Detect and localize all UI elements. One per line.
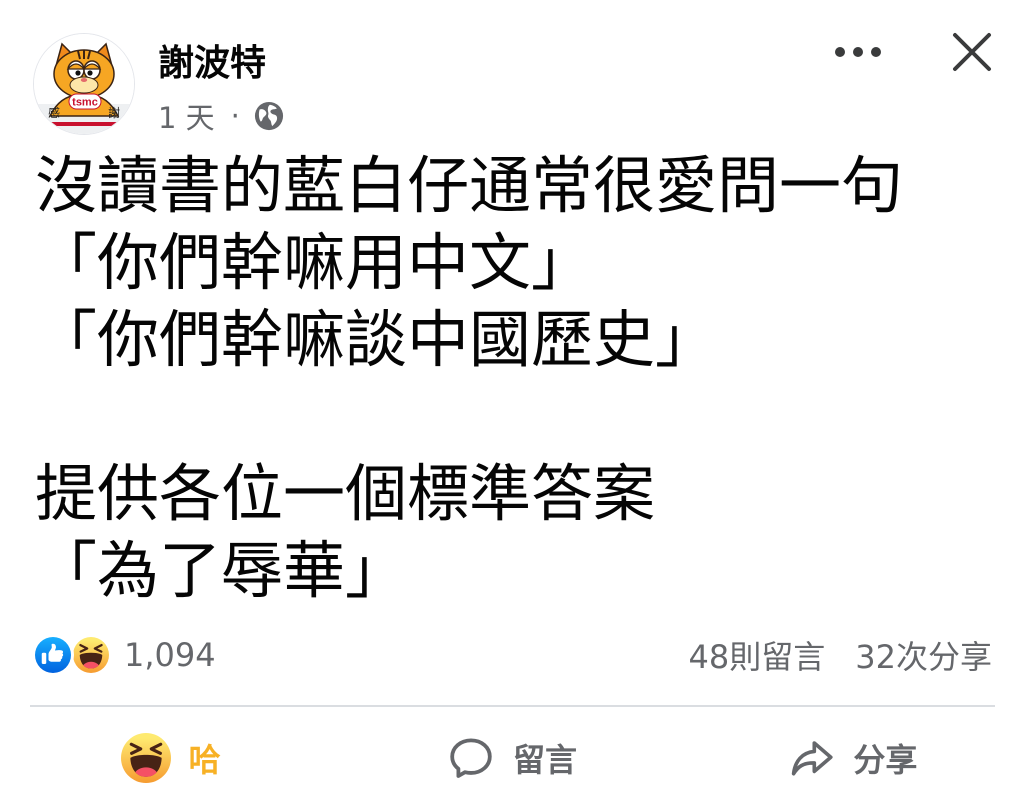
more-horizontal-icon <box>835 47 881 57</box>
avatar-right-char: 謝 <box>108 105 120 120</box>
avatar-logo-text: tsmc <box>72 97 98 109</box>
post-stats: 1,094 48則留言 32次分享 <box>32 632 992 678</box>
comment-button[interactable]: 留言 <box>341 728 682 788</box>
shares-count[interactable]: 32次分享 <box>855 632 992 678</box>
engagement-counts: 48則留言 32次分享 <box>689 632 992 678</box>
close-button[interactable] <box>948 28 996 76</box>
post-paragraph: 提供各位一個標準答案 「為了辱華」 <box>35 455 995 609</box>
avatar-image: tsmc 感 謝 <box>34 34 134 134</box>
divider <box>30 705 995 707</box>
haha-icon <box>120 733 171 783</box>
comment-icon <box>447 734 495 782</box>
reaction-count: 1,094 <box>124 636 216 674</box>
share-button[interactable]: 分享 <box>683 728 1024 788</box>
comment-label: 留言 <box>512 741 577 779</box>
post-paragraph: 沒讀書的藍白仔通常很愛問一句 「你們幹嘛用中文」 「你們幹嘛談中國歷史」 <box>35 147 995 378</box>
like-icon-graphic <box>35 637 71 673</box>
haha-icon-graphic <box>120 733 171 783</box>
close-icon <box>953 33 991 71</box>
share-icon <box>789 735 835 781</box>
post-text-line: 沒讀書的藍白仔通常很愛問一句 <box>35 149 904 222</box>
like-icon <box>32 634 74 676</box>
post-text-line: 「你們幹嘛用中文」 <box>35 226 594 299</box>
share-label: 分享 <box>853 741 918 779</box>
author-name[interactable]: 謝波特 <box>158 42 266 86</box>
meta-separator: · <box>230 99 240 133</box>
post-text-line: 提供各位一個標準答案 <box>35 457 656 530</box>
post-timestamp[interactable]: 1 天 <box>158 95 215 137</box>
reaction-summary[interactable]: 1,094 <box>32 634 216 676</box>
haha-reaction-label: 哈 <box>188 741 221 779</box>
more-options-button[interactable] <box>830 30 886 74</box>
haha-reaction-button[interactable]: 哈 <box>0 728 341 788</box>
comments-count[interactable]: 48則留言 <box>689 632 826 678</box>
action-bar: 哈 留言 分享 <box>0 728 1024 788</box>
post-text-line: 「你們幹嘛談中國歷史」 <box>35 303 718 376</box>
avatar-left-char: 感 <box>48 105 60 120</box>
post-text-line: 「為了辱華」 <box>35 534 408 607</box>
post-meta: 1 天 · <box>158 96 284 136</box>
haha-icon <box>70 634 112 676</box>
share-icon-graphic <box>792 741 833 776</box>
comment-icon-graphic <box>450 738 492 778</box>
author-avatar[interactable]: tsmc 感 謝 <box>33 33 135 135</box>
haha-icon-graphic <box>73 637 109 673</box>
globe-icon-graphic <box>254 101 283 131</box>
post-message: 沒讀書的藍白仔通常很愛問一句 「你們幹嘛用中文」 「你們幹嘛談中國歷史」 提供各… <box>35 147 995 609</box>
globe-icon <box>254 101 284 131</box>
